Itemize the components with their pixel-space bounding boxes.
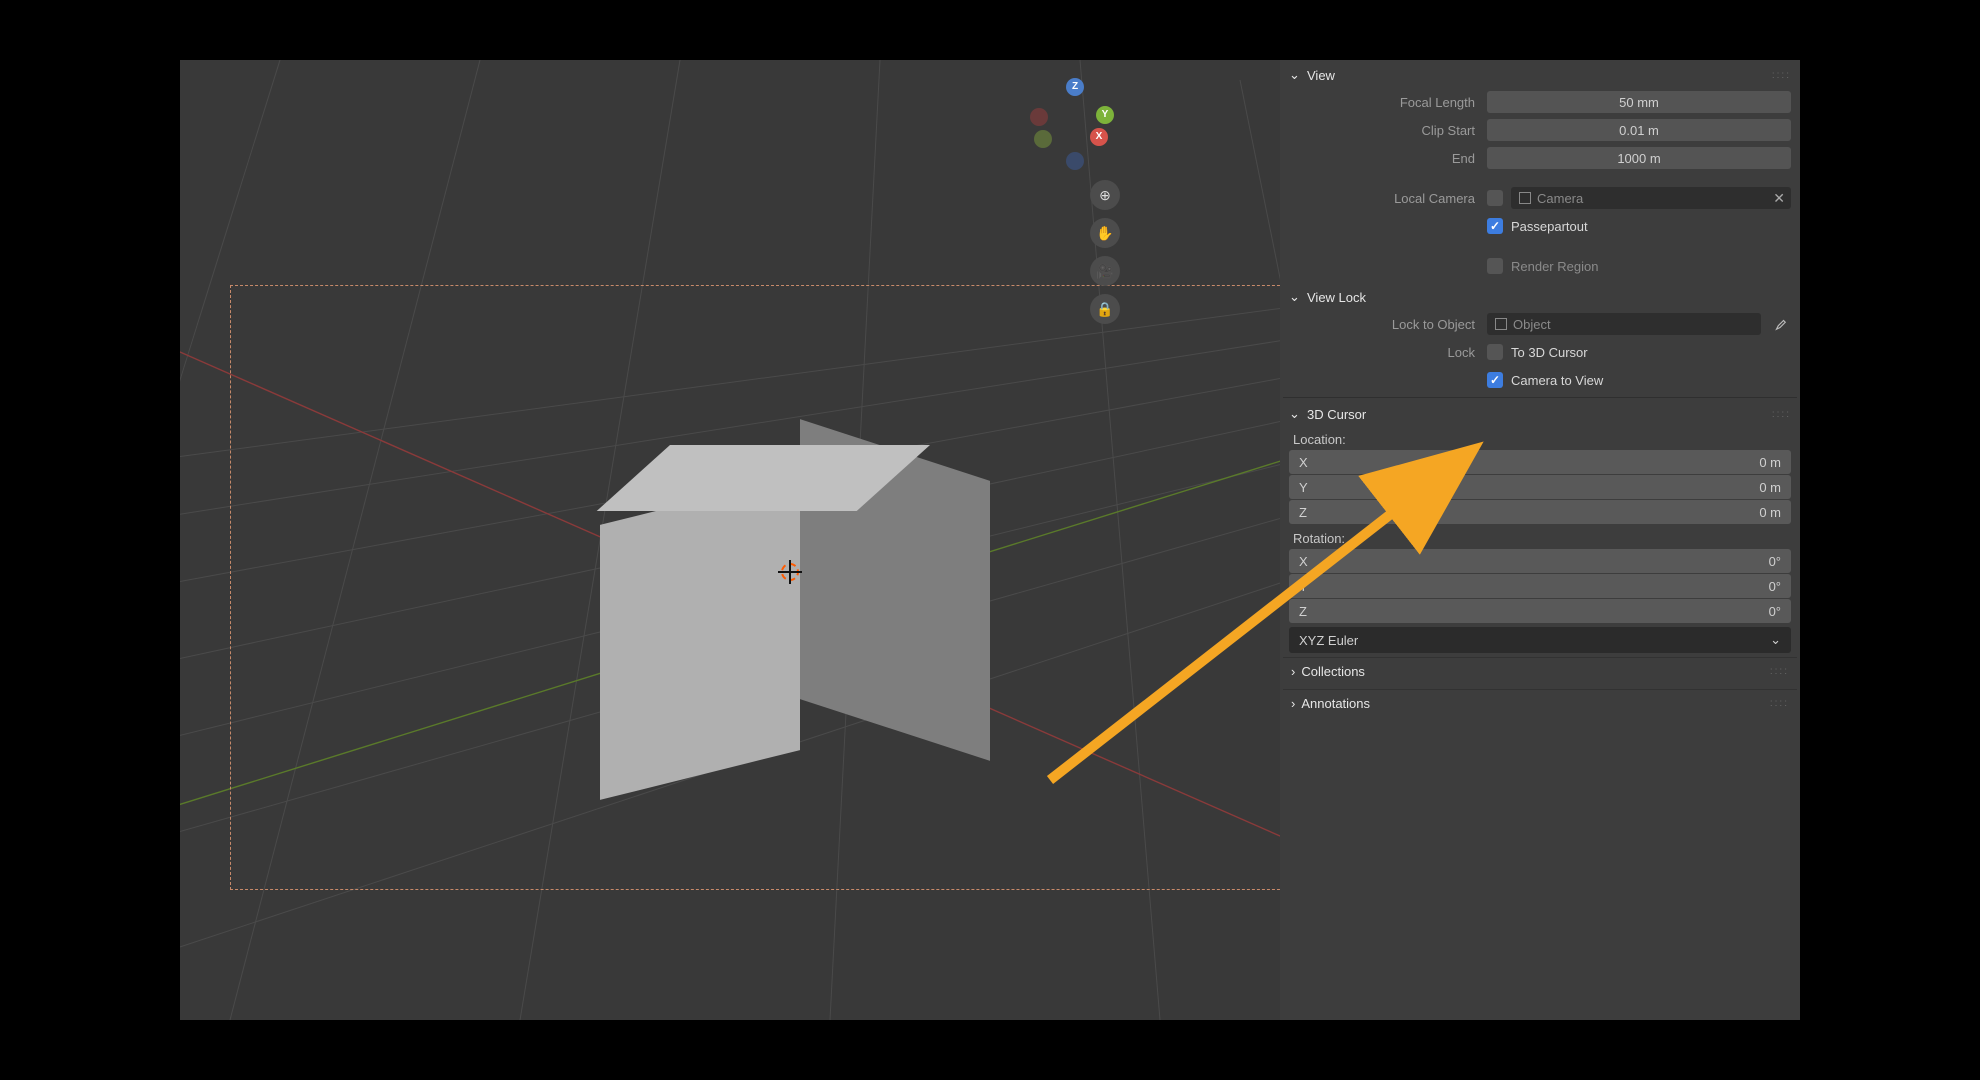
cursor-loc-x-value: 0 m bbox=[1759, 455, 1781, 470]
annotations-section-header[interactable]: › Annotations :::: bbox=[1283, 689, 1797, 717]
clip-start-row: Clip Start 0.01 m bbox=[1289, 117, 1791, 143]
clip-end-label: End bbox=[1289, 151, 1479, 166]
gizmo-y-axis[interactable]: Y bbox=[1096, 106, 1114, 124]
cursor-rot-y[interactable]: Y 0° bbox=[1289, 574, 1791, 598]
lock-view-icon[interactable]: 🔒 bbox=[1090, 294, 1120, 324]
render-region-label: Render Region bbox=[1511, 259, 1598, 274]
axis-y-label: Y bbox=[1299, 579, 1308, 594]
cursor-loc-z-value: 0 m bbox=[1759, 505, 1781, 520]
drag-grip-icon[interactable]: :::: bbox=[1770, 666, 1789, 677]
location-label: Location: bbox=[1283, 426, 1797, 449]
cursor-rot-z[interactable]: Z 0° bbox=[1289, 599, 1791, 623]
axis-y-label: Y bbox=[1299, 480, 1308, 495]
view-section-header[interactable]: ⌄ View :::: bbox=[1283, 63, 1797, 87]
cursor3d-title: 3D Cursor bbox=[1307, 407, 1366, 422]
object-data-icon bbox=[1519, 192, 1531, 204]
lock-to-object-label: Lock to Object bbox=[1289, 317, 1479, 332]
view-lock-section-header[interactable]: ⌄ View Lock bbox=[1283, 285, 1797, 309]
chevron-down-icon: ⌄ bbox=[1770, 632, 1781, 648]
drag-grip-icon[interactable]: :::: bbox=[1770, 698, 1789, 709]
eyedropper-icon[interactable] bbox=[1769, 313, 1791, 335]
zoom-tool-icon[interactable]: ⊕ bbox=[1090, 180, 1120, 210]
lock-to-object-placeholder: Object bbox=[1513, 317, 1551, 332]
passepartout-row: . Passepartout bbox=[1289, 213, 1791, 239]
chevron-right-icon: › bbox=[1291, 696, 1295, 711]
focal-length-field[interactable]: 50 mm bbox=[1487, 91, 1791, 113]
lock-label: Lock bbox=[1289, 345, 1479, 360]
axis-x-label: X bbox=[1299, 455, 1308, 470]
render-region-checkbox[interactable] bbox=[1487, 258, 1503, 274]
view-section-title: View bbox=[1307, 68, 1335, 83]
annotations-title: Annotations bbox=[1301, 696, 1370, 711]
chevron-down-icon: ⌄ bbox=[1289, 289, 1301, 305]
pan-tool-icon[interactable]: ✋ bbox=[1090, 218, 1120, 248]
app-frame: Z Y X ⊕ ✋ 🎥 🔒 ⌄ View :::: Focal Length 5… bbox=[180, 60, 1800, 1020]
viewport-3d[interactable]: Z Y X ⊕ ✋ 🎥 🔒 bbox=[180, 60, 1280, 1020]
rotation-mode-select[interactable]: XYZ Euler ⌄ bbox=[1289, 627, 1791, 653]
clip-end-row: End 1000 m bbox=[1289, 145, 1791, 171]
drag-grip-icon[interactable]: :::: bbox=[1772, 70, 1791, 81]
drag-grip-icon[interactable]: :::: bbox=[1772, 409, 1791, 420]
rotation-label: Rotation: bbox=[1283, 525, 1797, 548]
axis-z-label: Z bbox=[1299, 604, 1307, 619]
rotation-mode-value: XYZ Euler bbox=[1299, 633, 1358, 648]
lock-row: Lock To 3D Cursor bbox=[1289, 339, 1791, 365]
clip-end-field[interactable]: 1000 m bbox=[1487, 147, 1791, 169]
cursor-loc-x[interactable]: X 0 m bbox=[1289, 450, 1791, 474]
cursor-rot-x-value: 0° bbox=[1769, 554, 1781, 569]
to-3d-cursor-label: To 3D Cursor bbox=[1511, 345, 1588, 360]
clip-start-field[interactable]: 0.01 m bbox=[1487, 119, 1791, 141]
gizmo-x-axis[interactable]: X bbox=[1090, 128, 1108, 146]
camera-to-view-row: . Camera to View bbox=[1289, 367, 1791, 393]
cursor-rot-x[interactable]: X 0° bbox=[1289, 549, 1791, 573]
lock-to-object-field[interactable]: Object bbox=[1487, 313, 1761, 335]
collections-title: Collections bbox=[1301, 664, 1365, 679]
local-camera-field[interactable]: Camera ✕ bbox=[1511, 187, 1791, 209]
cursor3d-section-header[interactable]: ⌄ 3D Cursor :::: bbox=[1283, 402, 1797, 426]
camera-view-icon[interactable]: 🎥 bbox=[1090, 256, 1120, 286]
passepartout-label: Passepartout bbox=[1511, 219, 1588, 234]
render-region-row: . Render Region bbox=[1289, 253, 1791, 279]
chevron-down-icon: ⌄ bbox=[1289, 67, 1301, 83]
focal-length-label: Focal Length bbox=[1289, 95, 1479, 110]
clip-start-label: Clip Start bbox=[1289, 123, 1479, 138]
cursor-loc-y[interactable]: Y 0 m bbox=[1289, 475, 1791, 499]
gizmo-neg-z[interactable] bbox=[1066, 152, 1084, 170]
orientation-gizmo[interactable]: Z Y X bbox=[1030, 78, 1120, 168]
gizmo-neg-x[interactable] bbox=[1030, 108, 1048, 126]
cursor-rot-z-value: 0° bbox=[1769, 604, 1781, 619]
viewport-tools: ⊕ ✋ 🎥 🔒 bbox=[1090, 180, 1120, 324]
lock-to-object-row: Lock to Object Object bbox=[1289, 311, 1791, 337]
cursor-loc-z[interactable]: Z 0 m bbox=[1289, 500, 1791, 524]
view-lock-title: View Lock bbox=[1307, 290, 1366, 305]
collections-section-header[interactable]: › Collections :::: bbox=[1283, 657, 1797, 685]
local-camera-checkbox[interactable] bbox=[1487, 190, 1503, 206]
to-3d-cursor-checkbox[interactable] bbox=[1487, 344, 1503, 360]
object-data-icon bbox=[1495, 318, 1507, 330]
gizmo-z-axis[interactable]: Z bbox=[1066, 78, 1084, 96]
axis-x-label: X bbox=[1299, 554, 1308, 569]
chevron-right-icon: › bbox=[1291, 664, 1295, 679]
passepartout-checkbox[interactable] bbox=[1487, 218, 1503, 234]
gizmo-neg-y[interactable] bbox=[1034, 130, 1052, 148]
cursor-loc-y-value: 0 m bbox=[1759, 480, 1781, 495]
camera-to-view-checkbox[interactable] bbox=[1487, 372, 1503, 388]
local-camera-label: Local Camera bbox=[1289, 191, 1479, 206]
focal-length-row: Focal Length 50 mm bbox=[1289, 89, 1791, 115]
chevron-down-icon: ⌄ bbox=[1289, 406, 1301, 422]
local-camera-row: Local Camera Camera ✕ bbox=[1289, 185, 1791, 211]
cursor-rot-y-value: 0° bbox=[1769, 579, 1781, 594]
clear-icon[interactable]: ✕ bbox=[1773, 190, 1785, 207]
camera-to-view-label: Camera to View bbox=[1511, 373, 1603, 388]
axis-z-label: Z bbox=[1299, 505, 1307, 520]
n-panel: ⌄ View :::: Focal Length 50 mm Clip Star… bbox=[1280, 60, 1800, 1020]
local-camera-value: Camera bbox=[1537, 191, 1583, 206]
